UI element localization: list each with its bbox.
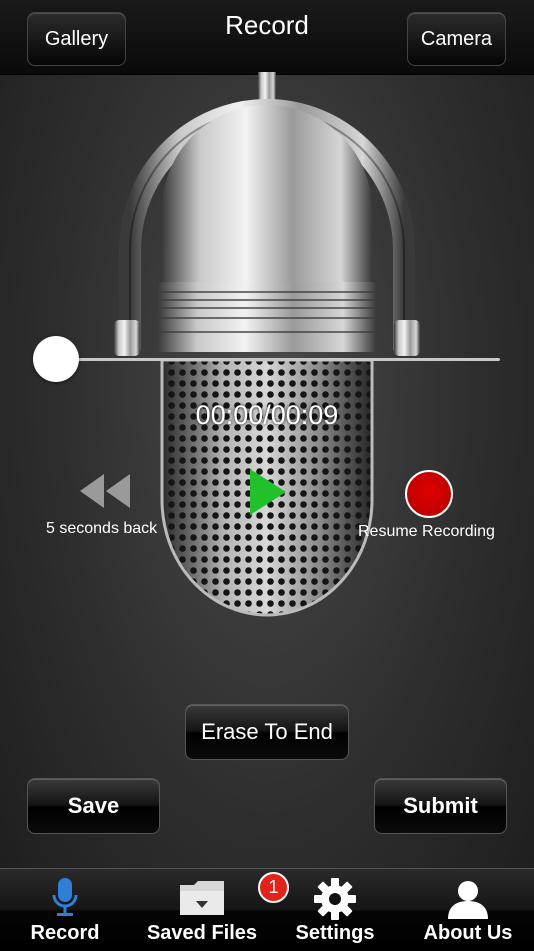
tab-settings-label: Settings	[295, 922, 375, 944]
tab-saved-files-label: Saved Files	[146, 922, 258, 944]
folder-icon	[180, 881, 224, 915]
top-navigation-bar: Gallery Record Camera	[0, 0, 534, 75]
playback-slider-knob[interactable]	[33, 336, 79, 382]
gear-icon	[314, 878, 356, 920]
tab-settings[interactable]: Settings	[285, 869, 385, 951]
camera-button[interactable]: Camera	[407, 12, 506, 66]
resume-recording-label: Resume Recording	[358, 523, 495, 540]
tab-record[interactable]: Record	[15, 869, 115, 951]
erase-to-end-button[interactable]: Erase To End	[185, 704, 349, 760]
save-button[interactable]: Save	[27, 778, 160, 834]
record-button[interactable]	[405, 470, 453, 518]
microphone-illustration	[114, 72, 420, 617]
play-icon[interactable]	[248, 467, 288, 517]
tab-about-us-label: About Us	[423, 922, 513, 944]
submit-button[interactable]: Submit	[374, 778, 507, 834]
tab-about-us[interactable]: About Us	[414, 869, 522, 951]
tab-saved-files[interactable]: Saved Files	[140, 869, 264, 951]
rewind-label: 5 seconds back	[46, 520, 158, 537]
playback-slider-track[interactable]	[56, 358, 500, 361]
tab-record-label: Record	[30, 922, 100, 944]
saved-files-badge: 1	[258, 872, 289, 903]
rewind-icon[interactable]	[78, 472, 132, 510]
person-icon	[448, 881, 488, 919]
playback-time: 00:00/00:09	[195, 400, 339, 430]
microphone-icon	[52, 878, 78, 916]
